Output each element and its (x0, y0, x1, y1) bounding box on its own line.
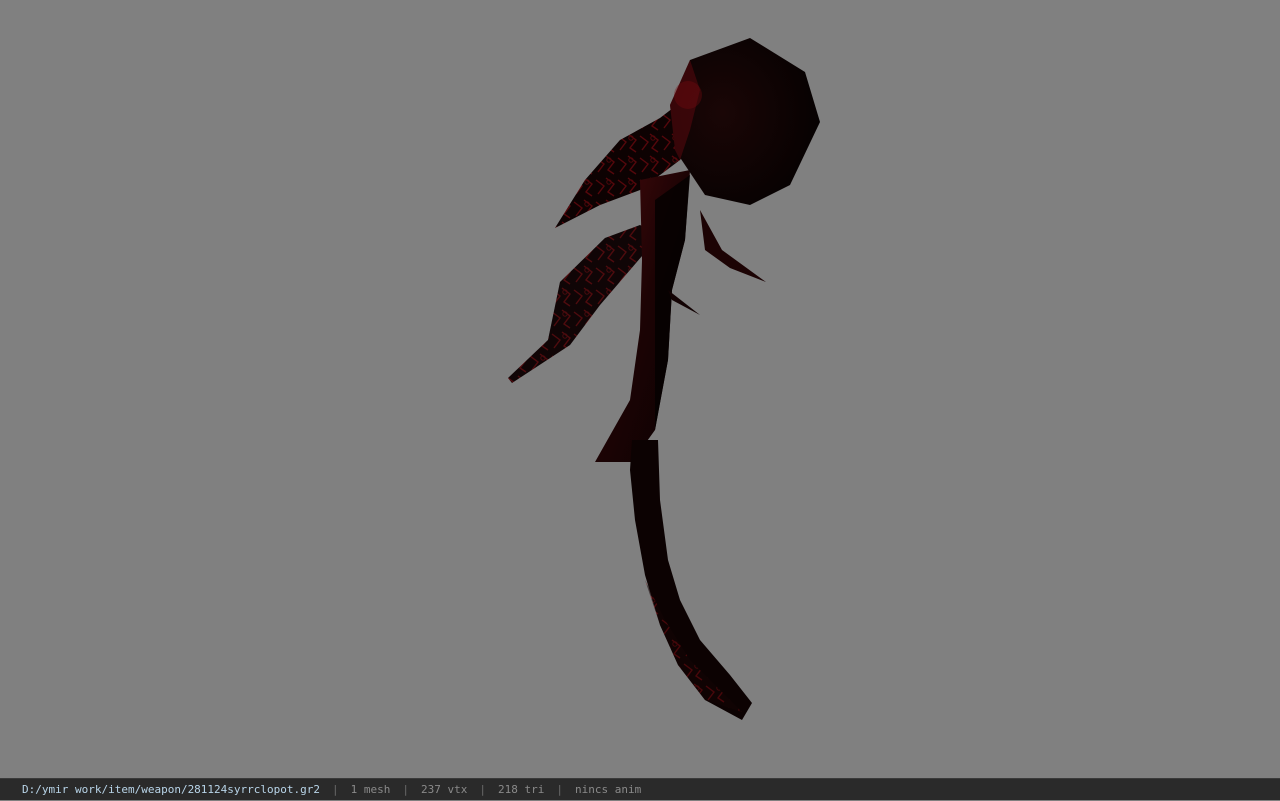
separator: | (332, 783, 339, 796)
triangle-count-label: 218 tri (498, 783, 545, 796)
separator: | (402, 783, 410, 796)
spike-right-small (668, 290, 700, 315)
vertex-count-label: 237 vtx (421, 783, 468, 796)
weapon-model (508, 38, 820, 720)
head-orb (670, 38, 820, 205)
mesh-count-label: 1 mesh (350, 783, 391, 796)
status-bar: D:/ymir work/item/weapon/281124syrrclopo… (0, 778, 1280, 800)
file-path-label: D:/ymir work/item/weapon/281124syrrclopo… (22, 783, 321, 796)
separator: | (479, 783, 486, 796)
animation-status-label: nincs anim (574, 783, 642, 796)
separator: | (556, 783, 563, 796)
spike-right (700, 210, 766, 282)
model-viewport[interactable] (0, 0, 1280, 778)
